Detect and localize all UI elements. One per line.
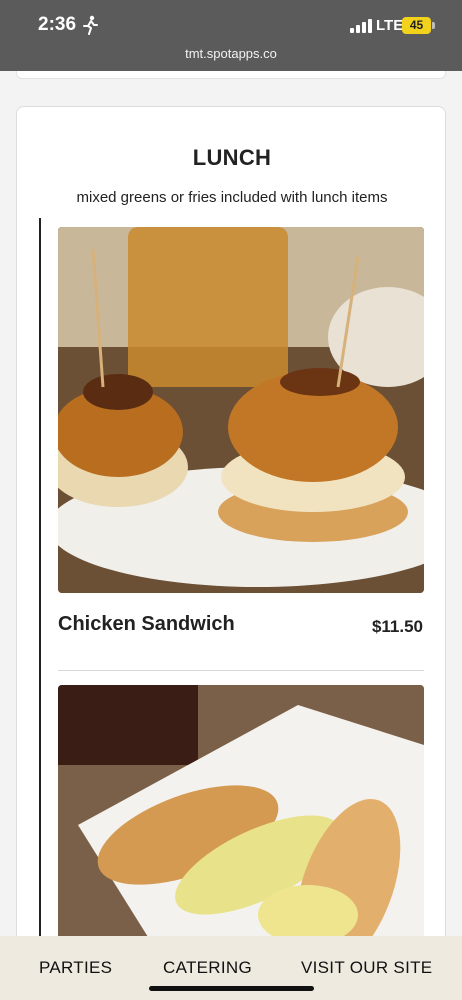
nav-catering-link[interactable]: CATERING — [163, 958, 252, 978]
cellular-signal-icon — [350, 19, 372, 33]
sub-sandwich-photo[interactable] — [58, 685, 424, 936]
section-title: LUNCH — [192, 145, 272, 170]
running-person-icon — [83, 15, 98, 35]
battery-icon: 45 — [402, 17, 431, 34]
menu-section-card: LUNCH mixed greens or fries included wit… — [16, 106, 446, 936]
home-indicator[interactable] — [149, 986, 314, 991]
menu-item-name: Chicken Sandwich — [58, 613, 235, 635]
status-bar: 2:36 LTE 45 tmt.spotapps.co — [0, 0, 462, 71]
nav-visit-site-link[interactable]: VISIT OUR SITE — [301, 958, 432, 978]
network-type: LTE — [376, 17, 404, 34]
page-content: LUNCH mixed greens or fries included wit… — [0, 71, 462, 936]
bottom-navigation: PARTIES CATERING VISIT OUR SITE — [0, 936, 462, 1000]
chicken-sandwich-photo[interactable] — [58, 227, 424, 593]
status-time: 2:36 — [38, 14, 77, 35]
address-bar-url[interactable]: tmt.spotapps.co — [0, 46, 462, 61]
section-description: mixed greens or fries included with lunc… — [76, 189, 388, 206]
item-divider — [58, 670, 424, 671]
section-accent-line — [39, 218, 41, 936]
nav-parties-link[interactable]: PARTIES — [39, 958, 112, 978]
previous-card — [16, 71, 446, 79]
battery-cap — [432, 22, 435, 29]
menu-item-price: $11.50 — [371, 617, 423, 636]
